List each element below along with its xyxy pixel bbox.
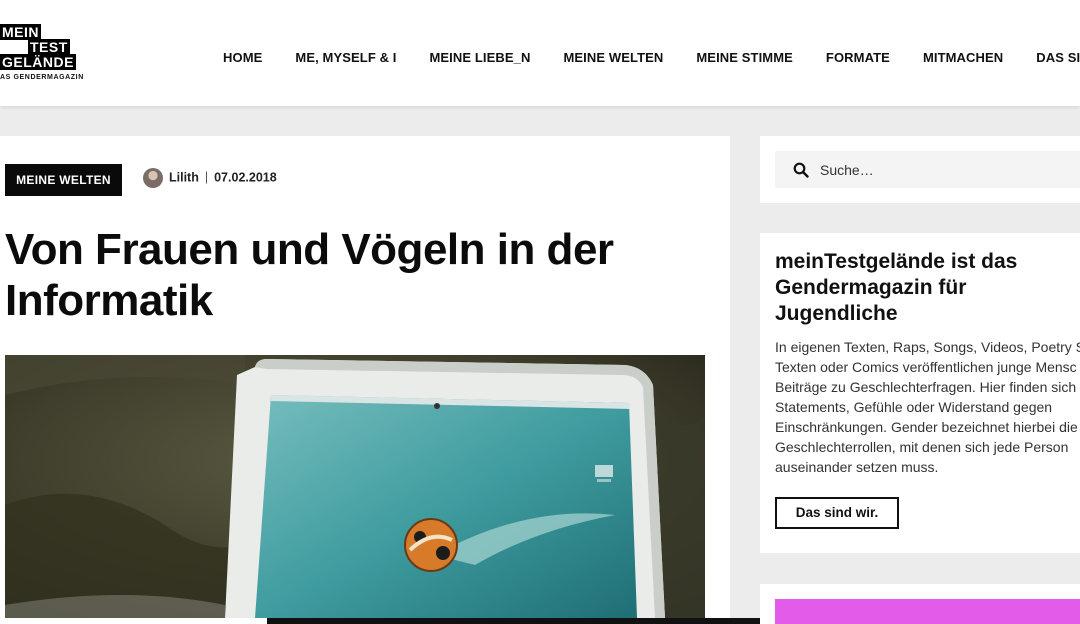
about-line: Einschränkungen. Gender bezeichnet hierb… xyxy=(775,419,1078,435)
author-name[interactable]: Lilith xyxy=(169,170,199,184)
nav-item-mitmachen[interactable]: MITMACHEN xyxy=(923,50,1003,65)
nav-item-meine-stimme[interactable]: MEINE STIMME xyxy=(696,50,793,65)
about-us-button[interactable]: Das sind wir. xyxy=(775,497,899,529)
nav-item-meine-welten[interactable]: MEINE WELTEN xyxy=(563,50,663,65)
about-description: In eigenen Texten, Raps, Songs, Videos, … xyxy=(775,337,1080,477)
meta-separator: | xyxy=(204,170,209,185)
laptop-photo xyxy=(5,355,705,618)
site-header: MEIN TEST GELÄNDE AS GENDERMAGAZIN HOME M… xyxy=(0,0,1080,106)
article-title: Von Frauen und Vögeln in der Informatik xyxy=(5,225,614,325)
nav-item-das-sind-wir[interactable]: DAS SIN xyxy=(1036,50,1080,65)
logo-tagline: AS GENDERMAGAZIN xyxy=(0,74,84,81)
search-icon[interactable] xyxy=(793,162,809,178)
logo-line-2: TEST xyxy=(28,39,70,55)
about-line: Texten oder Comics veröffentlichen junge… xyxy=(775,359,1077,375)
main-navigation: HOME ME, MYSELF & I MEINE LIEBE_N MEINE WEL… xyxy=(223,49,1080,67)
promo-banner[interactable] xyxy=(775,599,1080,624)
article-featured-image[interactable] xyxy=(5,355,705,618)
about-line: Beiträge zu Geschlechterfragen. Hier fin… xyxy=(775,379,1077,395)
article-meta: Lilith | 07.02.2018 xyxy=(143,168,277,190)
search-box[interactable] xyxy=(775,151,1080,188)
site-logo[interactable]: MEIN TEST GELÄNDE AS GENDERMAGAZIN xyxy=(0,20,83,86)
category-badge[interactable]: MEINE WELTEN xyxy=(5,164,122,196)
nav-item-me-myself-i[interactable]: ME, MYSELF & I xyxy=(295,50,396,65)
about-line: In eigenen Texten, Raps, Songs, Videos, … xyxy=(775,339,1080,355)
author-avatar[interactable] xyxy=(143,168,163,188)
nav-item-meine-liebe-n[interactable]: MEINE LIEBE_N xyxy=(429,50,530,65)
about-line: Geschlechterrollen, mit denen sich jede … xyxy=(775,439,1069,455)
nav-item-formate[interactable]: FORMATE xyxy=(826,50,890,65)
search-input[interactable] xyxy=(820,151,1070,188)
about-line: auseinander setzen muss. xyxy=(775,459,939,475)
nav-item-home[interactable]: HOME xyxy=(223,50,262,65)
about-line: Statements, Gefühle oder Widerstand gege… xyxy=(775,399,1053,415)
logo-line-3: GELÄNDE xyxy=(0,54,76,70)
logo-line-1: MEIN xyxy=(0,24,41,40)
article-date: 07.02.2018 xyxy=(214,170,277,185)
about-title: meinTestgelände ist das Gendermagazin fü… xyxy=(775,250,1018,325)
